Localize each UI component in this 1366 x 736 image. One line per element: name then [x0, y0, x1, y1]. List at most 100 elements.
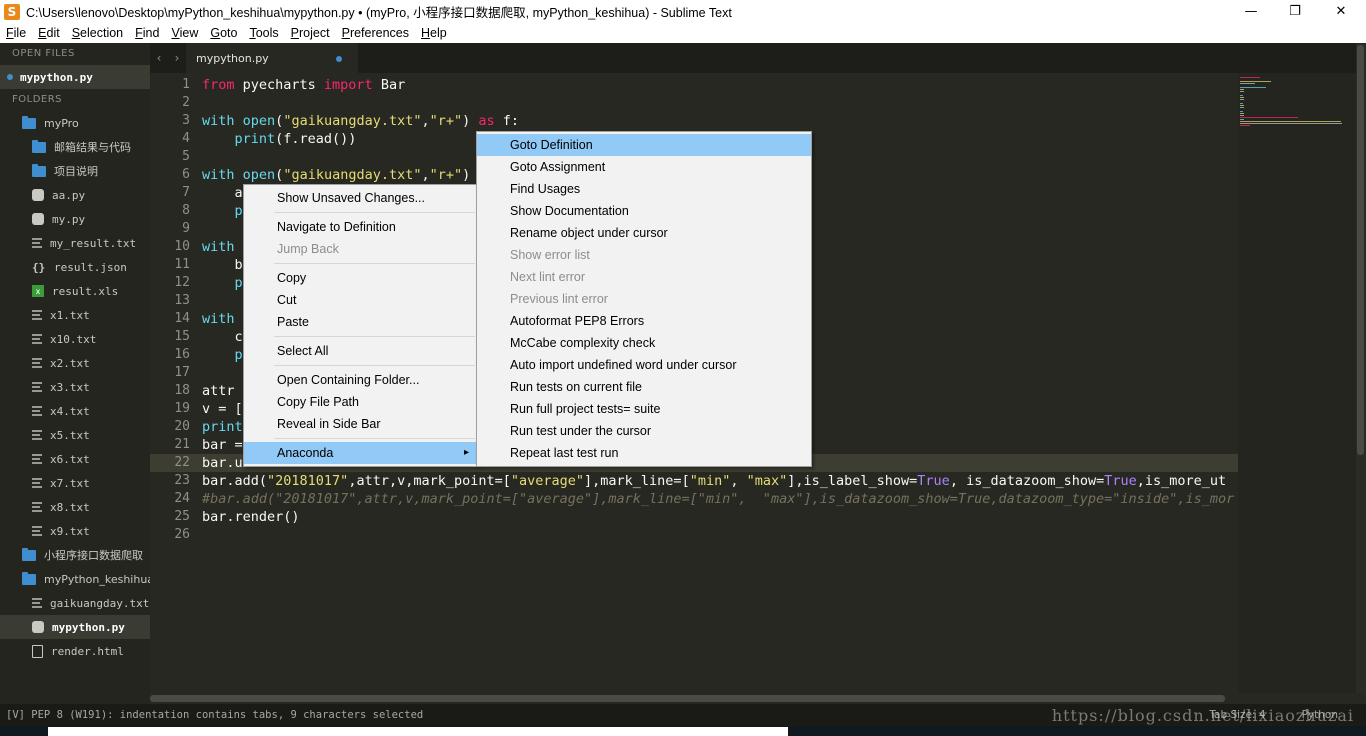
menu-item-show-documentation[interactable]: Show Documentation — [477, 200, 811, 222]
menu-accel-key: H — [421, 26, 431, 40]
tree-item[interactable]: x5.txt — [0, 423, 150, 447]
tree-item-label: x7.txt — [50, 476, 90, 490]
close-button[interactable]: ✕ — [1318, 0, 1364, 23]
tree-item[interactable]: aa.py — [0, 183, 150, 207]
code-line[interactable]: with open("gaikuangday.txt","r+") as f: — [202, 112, 1238, 130]
menu-item-anaconda[interactable]: Anaconda ▸ — [244, 442, 477, 464]
status-message: [V] PEP 8 (W191): indentation contains t… — [6, 709, 424, 721]
menu-item-goto-definition[interactable]: Goto Definition — [477, 134, 811, 156]
menu-separator — [274, 365, 475, 366]
menu-selection[interactable]: Selection — [66, 26, 129, 40]
code-line[interactable]: from pyecharts import Bar — [202, 76, 1238, 94]
tree-item[interactable]: x4.txt — [0, 399, 150, 423]
menu-item-label: Show Unsaved Changes... — [277, 191, 426, 205]
menu-item-label: Reveal in Side Bar — [277, 417, 381, 431]
tree-item-label: x3.txt — [50, 380, 90, 394]
tab-mypython-py[interactable]: mypython.py — [186, 43, 358, 73]
menu-item-run-tests-on-current-file[interactable]: Run tests on current file — [477, 376, 811, 398]
menu-edit[interactable]: Edit — [32, 26, 66, 40]
line-number: 8 — [182, 203, 190, 218]
menu-help[interactable]: Help — [415, 26, 453, 40]
menu-accel-key: P — [290, 26, 300, 40]
tree-item[interactable]: my_result.txt — [0, 231, 150, 255]
code-line[interactable] — [202, 94, 1238, 112]
line-number: 13 — [174, 293, 190, 308]
code-token: "gaikuangday.txt" — [283, 113, 422, 129]
maximize-button[interactable]: ❐ — [1272, 0, 1318, 23]
code-line[interactable]: bar.render() — [202, 508, 1238, 526]
menu-item-rename-object-under-cursor[interactable]: Rename object under cursor — [477, 222, 811, 244]
tree-item[interactable]: x10.txt — [0, 327, 150, 351]
menu-item-copy[interactable]: Copy — [244, 267, 477, 289]
tree-item[interactable]: 小程序接口数据爬取 — [0, 543, 150, 567]
minimap[interactable] — [1238, 73, 1356, 693]
menu-item-find-usages[interactable]: Find Usages — [477, 178, 811, 200]
tree-item[interactable]: mypython.py — [0, 615, 150, 639]
menu-item-open-containing-folder[interactable]: Open Containing Folder... — [244, 369, 477, 391]
menu-item-autoformat-pep8-errors[interactable]: Autoformat PEP8 Errors — [477, 310, 811, 332]
menu-file[interactable]: File — [0, 26, 32, 40]
menu-item-auto-import-undefined-word-under-cursor[interactable]: Auto import undefined word under cursor — [477, 354, 811, 376]
menu-find[interactable]: Find — [129, 26, 165, 40]
unsaved-dot-icon[interactable] — [336, 56, 342, 62]
menu-item-paste[interactable]: Paste — [244, 311, 477, 333]
menu-item-cut[interactable]: Cut — [244, 289, 477, 311]
tree-item[interactable]: x8.txt — [0, 495, 150, 519]
tree-item[interactable]: {} result.json — [0, 255, 150, 279]
chevron-right-icon[interactable]: › — [175, 51, 180, 65]
menu-item-select-all[interactable]: Select All — [244, 340, 477, 362]
code-token: open — [242, 113, 276, 129]
menu-project[interactable]: Project — [285, 26, 336, 40]
open-file-dot-icon — [7, 74, 13, 80]
menu-view[interactable]: View — [165, 26, 204, 40]
vertical-scrollbar-thumb[interactable] — [1357, 45, 1364, 455]
horizontal-scrollbar-thumb[interactable] — [150, 695, 1225, 702]
menu-item-mccabe-complexity-check[interactable]: McCabe complexity check — [477, 332, 811, 354]
code-token: from — [202, 77, 235, 93]
tree-item[interactable]: 邮箱结果与代码 — [0, 135, 150, 159]
menu-goto[interactable]: Goto — [204, 26, 243, 40]
tree-item[interactable]: 项目说明 — [0, 159, 150, 183]
code-token: bar. — [202, 455, 235, 471]
menu-item-run-test-under-the-cursor[interactable]: Run test under the cursor — [477, 420, 811, 442]
tree-item[interactable]: x7.txt — [0, 471, 150, 495]
menu-tools[interactable]: Tools — [243, 26, 284, 40]
menu-preferences[interactable]: Preferences — [336, 26, 415, 40]
tree-item-label: x6.txt — [50, 452, 90, 466]
code-line[interactable]: #bar.add("20181017",attr,v,mark_point=["… — [202, 490, 1238, 508]
menu-item-show-unsaved-changes[interactable]: Show Unsaved Changes... — [244, 187, 477, 209]
tree-item[interactable]: gaikuangday.txt — [0, 591, 150, 615]
tree-item[interactable]: x1.txt — [0, 303, 150, 327]
menu-item-copy-file-path[interactable]: Copy File Path — [244, 391, 477, 413]
line-number: 16 — [174, 347, 190, 362]
menu-item-label: Cut — [277, 293, 297, 307]
menu-item-repeat-last-test-run[interactable]: Repeat last test run — [477, 442, 811, 464]
menu-item-run-full-project-tests-suite[interactable]: Run full project tests= suite — [477, 398, 811, 420]
line-number: 3 — [182, 113, 190, 128]
menu-item-goto-assignment[interactable]: Goto Assignment — [477, 156, 811, 178]
menu-item-navigate-to-definition[interactable]: Navigate to Definition — [244, 216, 477, 238]
tree-item[interactable]: x result.xls — [0, 279, 150, 303]
code-line[interactable] — [202, 526, 1238, 544]
html-file-icon — [32, 644, 43, 658]
tree-item[interactable]: render.html — [0, 639, 150, 663]
code-line[interactable]: bar.add("20181017",attr,v,mark_point=["a… — [202, 472, 1238, 490]
menu-item-reveal-in-side-bar[interactable]: Reveal in Side Bar — [244, 413, 477, 435]
open-file-item[interactable]: mypython.py — [0, 65, 150, 89]
tree-item[interactable]: x6.txt — [0, 447, 150, 471]
tree-item[interactable]: x9.txt — [0, 519, 150, 543]
menu-accel-key: E — [38, 26, 47, 40]
code-token: ,attr,v,mark_point=[ — [348, 473, 511, 489]
minimize-button[interactable]: — — [1228, 0, 1274, 23]
tree-item[interactable]: x2.txt — [0, 351, 150, 375]
menu-item-label: Navigate to Definition — [277, 220, 396, 234]
taskbar-search-area[interactable] — [48, 727, 788, 736]
tree-item[interactable]: x3.txt — [0, 375, 150, 399]
chevron-left-icon[interactable]: ‹ — [157, 51, 162, 65]
tree-item[interactable]: my.py — [0, 207, 150, 231]
tree-item[interactable]: myPro — [0, 111, 150, 135]
menu-label: ind — [142, 26, 160, 40]
tree-item-label: my.py — [52, 212, 86, 226]
tree-item[interactable]: myPython_keshihua — [0, 567, 150, 591]
